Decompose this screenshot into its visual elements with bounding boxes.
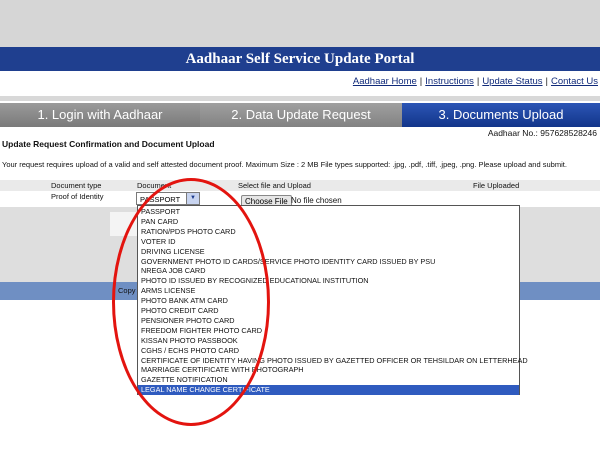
header-document: Document (137, 181, 172, 190)
tab-data-update-request[interactable]: 2. Data Update Request (200, 103, 402, 127)
divider (0, 96, 600, 101)
selected-document: PASSPORT (140, 195, 181, 204)
portal-title: Aadhaar Self Service Update Portal (0, 47, 600, 71)
header-select-file: Select file and Upload (238, 181, 311, 190)
nav-separator: | (545, 76, 548, 87)
header-file-uploaded: File Uploaded (473, 181, 520, 190)
tab-documents-upload[interactable]: 3. Documents Upload (402, 103, 600, 127)
dropdown-option[interactable]: PHOTO ID ISSUED BY RECOGNIZED EDUCATIONA… (138, 276, 519, 286)
document-select[interactable]: PASSPORT ▼ (136, 192, 200, 205)
update-status-link[interactable]: Update Status (482, 76, 542, 87)
dropdown-option[interactable]: LEGAL NAME CHANGE CERTIFICATE (138, 385, 519, 396)
file-status: No file chosen (291, 196, 342, 205)
nav-separator: | (419, 76, 423, 87)
dropdown-option[interactable]: PASSPORT (138, 207, 519, 217)
dropdown-option[interactable]: CGHS / ECHS PHOTO CARD (138, 346, 519, 356)
dropdown-option[interactable]: PENSIONER PHOTO CARD (138, 316, 519, 326)
dropdown-option[interactable]: ARMS LICENSE (138, 286, 519, 296)
copyright-text: Copy (118, 286, 136, 295)
aadhaar-number: Aadhaar No.: 957628528246 (487, 128, 597, 138)
dropdown-option[interactable]: MARRIAGE CERTIFICATE WITH PHOTOGRAPH (138, 365, 519, 375)
dropdown-option[interactable]: PHOTO CREDIT CARD (138, 306, 519, 316)
dropdown-option[interactable]: NREGA JOB CARD (138, 266, 519, 276)
step-tabs: 1. Login with Aadhaar 2. Data Update Req… (0, 103, 600, 127)
document-dropdown-list[interactable]: PASSPORT PAN CARD RATION/PDS PHOTO CARD VOT… (137, 205, 528, 396)
dropdown-option[interactable]: KISSAN PHOTO PASSBOOK (138, 336, 519, 346)
dropdown-option[interactable]: CERTIFICATE OF IDENTITY HAVING PHOTO ISS… (138, 356, 528, 366)
dropdown-option[interactable]: DRIVING LICENSE (138, 247, 519, 257)
doc-type-label: Proof of Identity (51, 192, 104, 201)
upload-instructions: Your request requires upload of a valid … (2, 160, 567, 169)
dropdown-option[interactable]: GAZETTE NOTIFICATION (138, 375, 519, 385)
dropdown-option[interactable]: GOVERNMENT PHOTO ID CARDS/SERVICE PHOTO … (138, 257, 519, 267)
dropdown-option[interactable]: VOTER ID (138, 237, 519, 247)
top-banner-area (0, 0, 600, 47)
header-nav: Aadhaar Home | Instructions | Update Status |… (353, 76, 598, 87)
tab-login-with-aadhaar[interactable]: 1. Login with Aadhaar (0, 103, 200, 127)
dropdown-option[interactable]: PAN CARD (138, 217, 519, 227)
dropdown-option[interactable]: RATION/PDS PHOTO CARD (138, 227, 519, 237)
instructions-link[interactable]: Instructions (425, 76, 474, 87)
aadhaar-home-link[interactable]: Aadhaar Home (353, 76, 417, 87)
chevron-down-icon[interactable]: ▼ (186, 193, 199, 204)
dropdown-option[interactable]: PHOTO BANK ATM CARD (138, 296, 519, 306)
section-title: Update Request Confirmation and Document… (2, 139, 215, 149)
header-document-type: Document type (51, 181, 102, 190)
contact-us-link[interactable]: Contact Us (551, 76, 598, 87)
dropdown-option[interactable]: FREEDOM FIGHTER PHOTO CARD (138, 326, 519, 336)
